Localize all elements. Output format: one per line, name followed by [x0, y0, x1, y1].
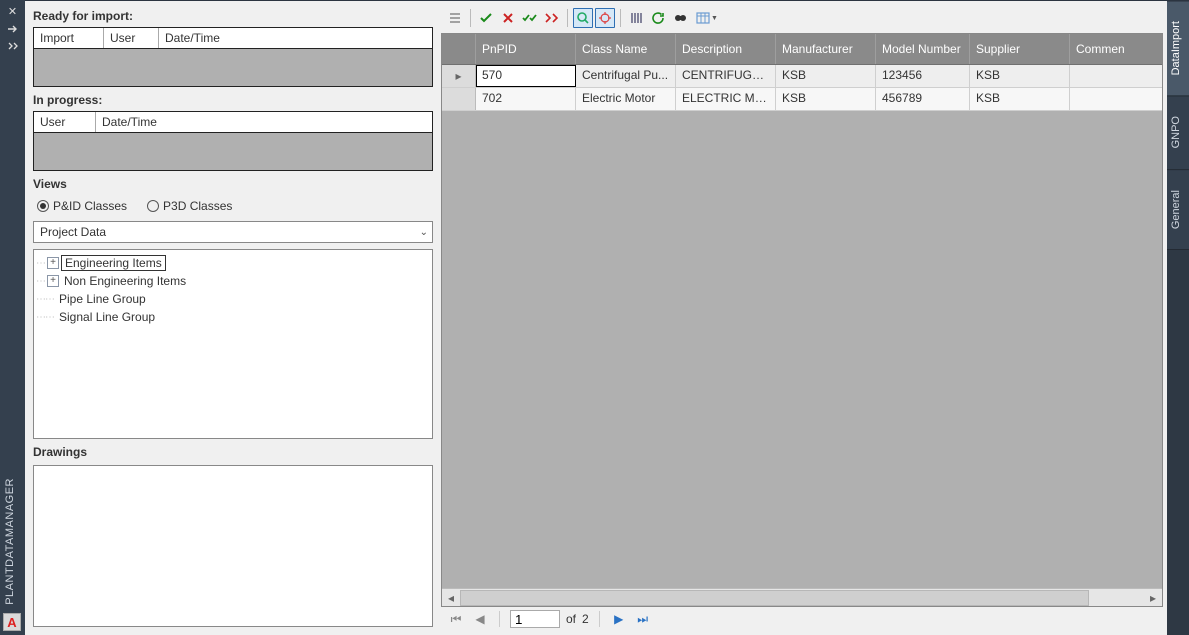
ready-col-import[interactable]: Import	[34, 28, 104, 48]
cell-model[interactable]: 123456	[876, 65, 970, 87]
cell-comm[interactable]	[1070, 88, 1162, 110]
chevron-down-icon: ⌄	[420, 227, 428, 238]
cell-desc[interactable]: CENTRIFUGAL ...	[676, 65, 776, 87]
columns-icon[interactable]	[626, 8, 646, 28]
drawings-list[interactable]	[33, 465, 433, 627]
left-pane: Ready for import: Import User Date/Time …	[25, 1, 441, 635]
tree-signal-line-group[interactable]: Signal Line Group	[56, 310, 158, 324]
cell-class[interactable]: Centrifugal Pu...	[576, 65, 676, 87]
expand-icon[interactable]: +	[47, 257, 59, 269]
tab-dataimport[interactable]: DataImport	[1167, 0, 1189, 95]
in-progress-label: In progress:	[33, 93, 433, 107]
scroll-left-icon[interactable]: ◂	[442, 590, 460, 606]
table-row[interactable]: 702 Electric Motor ELECTRIC MOT... KSB 4…	[442, 88, 1162, 111]
cell-pnpid[interactable]: 570	[476, 65, 576, 87]
views-label: Views	[33, 177, 433, 191]
col-pnpid[interactable]: PnPID	[476, 34, 576, 64]
right-pane: ▼ PnPID Class Name Description Manufactu…	[441, 1, 1167, 635]
inprog-col-user[interactable]: User	[34, 112, 96, 132]
accept-icon[interactable]	[476, 8, 496, 28]
dropdown-caret-icon: ▼	[711, 15, 718, 22]
pager-total: 2	[582, 612, 589, 626]
views-dropdown[interactable]: Project Data ⌄	[33, 221, 433, 243]
list-view-icon[interactable]	[445, 8, 465, 28]
find-icon[interactable]	[670, 8, 690, 28]
cell-supp[interactable]: KSB	[970, 88, 1070, 110]
cell-comm[interactable]	[1070, 65, 1162, 87]
tab-gnpo[interactable]: GNPO	[1167, 95, 1189, 168]
grid-corner[interactable]	[442, 34, 476, 64]
pin-icon[interactable]	[5, 22, 21, 36]
grid-header: PnPID Class Name Description Manufacture…	[442, 34, 1162, 65]
radio-p3d-classes[interactable]: P3D Classes	[147, 199, 232, 213]
pager-of-label: of	[566, 612, 576, 626]
tree-pipe-line-group[interactable]: Pipe Line Group	[56, 292, 149, 306]
pager-current-input[interactable]	[510, 610, 560, 628]
scroll-thumb[interactable]	[460, 590, 1089, 606]
radio-pid-classes[interactable]: P&ID Classes	[37, 199, 127, 213]
cell-class[interactable]: Electric Motor	[576, 88, 676, 110]
ready-for-import-grid[interactable]: Import User Date/Time	[33, 27, 433, 87]
reject-all-icon[interactable]	[542, 8, 562, 28]
data-grid[interactable]: PnPID Class Name Description Manufacture…	[441, 33, 1163, 607]
refresh-icon[interactable]	[648, 8, 668, 28]
pager: ⏮ ◀ of 2 ▶ ⏭	[441, 607, 1163, 631]
tree-engineering-items[interactable]: Engineering Items	[61, 255, 166, 271]
col-manufacturer[interactable]: Manufacturer	[776, 34, 876, 64]
cell-model[interactable]: 456789	[876, 88, 970, 110]
radio-pid-label: P&ID Classes	[53, 199, 127, 213]
ready-col-user[interactable]: User	[104, 28, 159, 48]
cell-supp[interactable]: KSB	[970, 65, 1070, 87]
pager-first-icon[interactable]: ⏮	[447, 610, 465, 628]
radio-p3d-label: P3D Classes	[163, 199, 232, 213]
tree-non-engineering-items[interactable]: Non Engineering Items	[61, 274, 189, 288]
cell-mfr[interactable]: KSB	[776, 88, 876, 110]
right-tab-strip: DataImport GNPO General	[1167, 0, 1189, 635]
zoom-icon[interactable]	[573, 8, 593, 28]
options-icon[interactable]	[5, 40, 21, 54]
accept-all-icon[interactable]	[520, 8, 540, 28]
row-indicator-icon	[442, 88, 476, 110]
in-progress-grid[interactable]: User Date/Time	[33, 111, 433, 171]
row-indicator-icon: ▸	[442, 65, 476, 87]
reject-icon[interactable]	[498, 8, 518, 28]
inprog-col-datetime[interactable]: Date/Time	[96, 112, 432, 132]
app-logo: A	[3, 613, 21, 631]
col-class-name[interactable]: Class Name	[576, 34, 676, 64]
col-supplier[interactable]: Supplier	[970, 34, 1070, 64]
horizontal-scrollbar[interactable]: ◂ ▸	[442, 588, 1162, 606]
tab-general[interactable]: General	[1167, 169, 1189, 249]
drawings-label: Drawings	[33, 445, 433, 459]
pager-last-icon[interactable]: ⏭	[634, 610, 652, 628]
panel-title: PLANTDATAMANAGER	[4, 478, 16, 605]
titlebar: ✕ PLANTDATAMANAGER A	[0, 0, 25, 635]
ready-for-import-label: Ready for import:	[33, 9, 433, 23]
table-row[interactable]: ▸ 570 Centrifugal Pu... CENTRIFUGAL ... …	[442, 65, 1162, 88]
dropdown-value: Project Data	[40, 225, 106, 239]
scroll-right-icon[interactable]: ▸	[1144, 590, 1162, 606]
col-description[interactable]: Description	[676, 34, 776, 64]
expand-icon[interactable]: +	[47, 275, 59, 287]
cell-mfr[interactable]: KSB	[776, 65, 876, 87]
pager-prev-icon[interactable]: ◀	[471, 610, 489, 628]
cell-pnpid[interactable]: 702	[476, 88, 576, 110]
main-panel: Ready for import: Import User Date/Time …	[25, 0, 1167, 635]
target-icon[interactable]	[595, 8, 615, 28]
ready-col-datetime[interactable]: Date/Time	[159, 28, 432, 48]
pager-next-icon[interactable]: ▶	[610, 610, 628, 628]
grid-toolbar: ▼	[441, 5, 1163, 31]
col-model-number[interactable]: Model Number	[876, 34, 970, 64]
close-icon[interactable]: ✕	[5, 4, 21, 18]
views-tree[interactable]: ⋯ + Engineering Items ⋯ + Non Engineerin…	[33, 249, 433, 439]
table-options-icon[interactable]: ▼	[692, 8, 722, 28]
cell-desc[interactable]: ELECTRIC MOT...	[676, 88, 776, 110]
col-comments[interactable]: Commen	[1070, 34, 1162, 64]
